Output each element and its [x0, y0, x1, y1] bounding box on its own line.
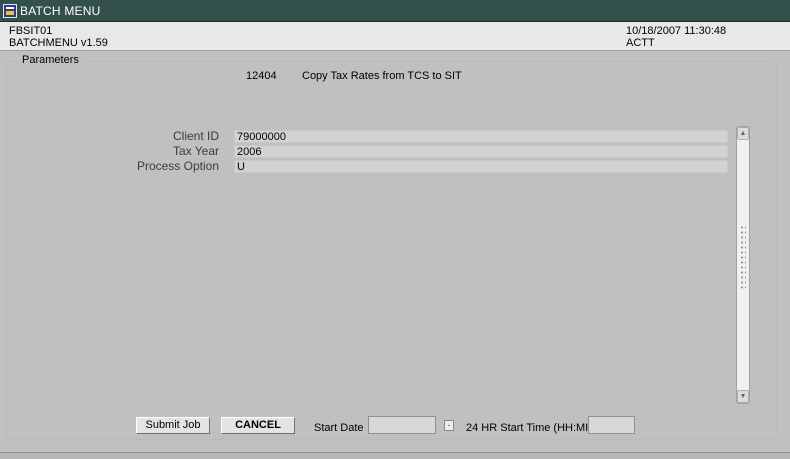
- vertical-scrollbar[interactable]: ▲ ▼: [736, 126, 750, 404]
- date-lov-button[interactable]: ·: [444, 420, 454, 431]
- chevron-down-icon[interactable]: ▼: [737, 390, 749, 403]
- job-number: 12404: [246, 70, 277, 82]
- client-id-label: Client ID: [172, 129, 219, 143]
- form-version: BATCHMENU v1.59: [9, 37, 108, 49]
- header-user: ACTT: [626, 37, 655, 49]
- start-date-label: Start Date: [314, 422, 364, 434]
- header-datetime: 10/18/2007 11:30:48: [626, 25, 727, 37]
- parameters-legend: Parameters: [18, 54, 83, 66]
- form-id: FBSIT01: [9, 25, 53, 37]
- submit-job-button[interactable]: Submit Job: [136, 417, 210, 434]
- start-time-label: 24 HR Start Time (HH:MI): [466, 422, 592, 434]
- app-icon: [3, 4, 17, 18]
- form-header: FBSIT01 BATCHMENU v1.59 10/18/2007 11:30…: [0, 22, 790, 51]
- scrollbar-grip[interactable]: [740, 225, 746, 289]
- parameters-frame: [6, 61, 777, 440]
- window-title: BATCH MENU: [20, 4, 101, 18]
- start-time-input[interactable]: [588, 416, 635, 434]
- chevron-up-icon[interactable]: ▲: [737, 127, 749, 140]
- cancel-button[interactable]: CANCEL: [221, 417, 295, 434]
- tax-year-label: Tax Year: [172, 144, 219, 158]
- process-option-label: Process Option: [136, 159, 219, 173]
- window-titlebar: BATCH MENU: [0, 0, 790, 22]
- client-id-field[interactable]: 79000000: [234, 130, 728, 143]
- start-date-input[interactable]: [368, 416, 436, 434]
- job-description: Copy Tax Rates from TCS to SIT: [302, 70, 462, 82]
- tax-year-field[interactable]: 2006: [234, 145, 728, 158]
- process-option-field[interactable]: U: [234, 160, 728, 173]
- batch-menu-window: FBSIT01 BATCHMENU v1.59 10/18/2007 11:30…: [0, 22, 790, 458]
